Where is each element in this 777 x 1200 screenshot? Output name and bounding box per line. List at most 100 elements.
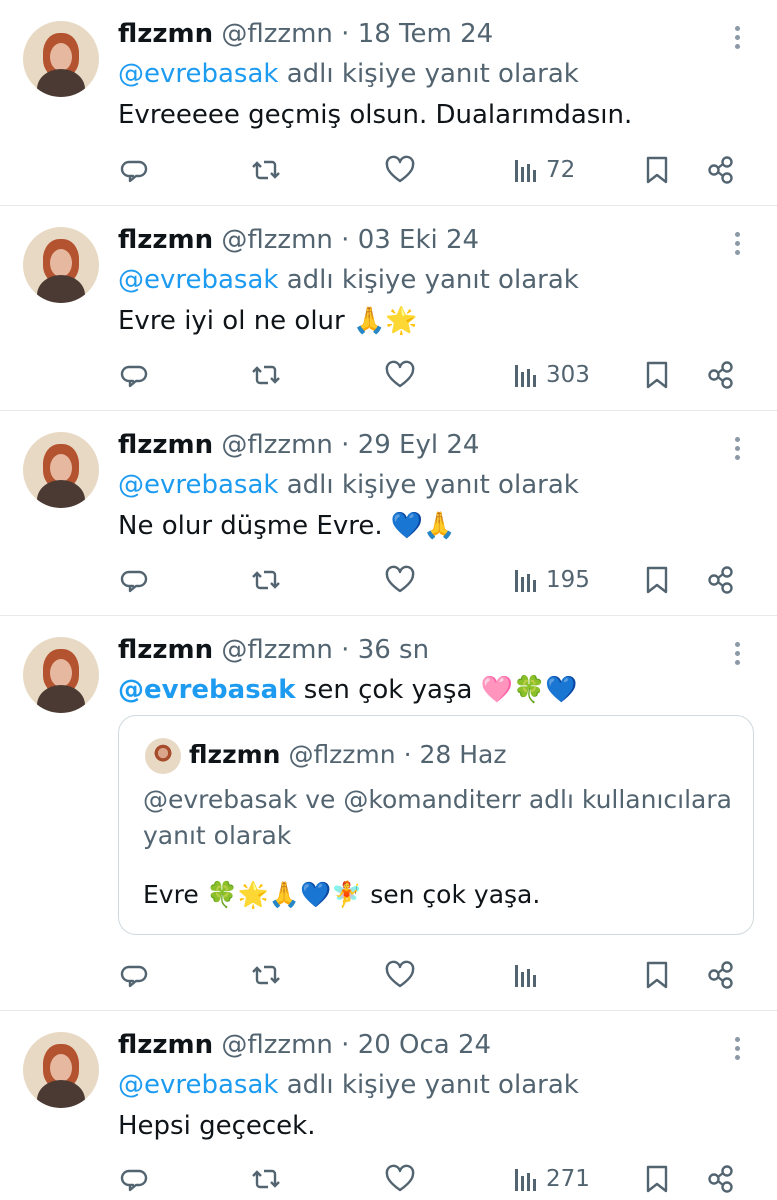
- reply-context: @evrebasak adlı kişiye yanıt olarak: [118, 468, 579, 502]
- views-button[interactable]: [510, 955, 546, 995]
- display-name[interactable]: flzzmn: [118, 635, 213, 665]
- bookmark-button[interactable]: [641, 955, 673, 995]
- retweet-button[interactable]: [250, 355, 282, 395]
- views-count: 72: [546, 157, 576, 183]
- like-button[interactable]: [384, 955, 416, 995]
- like-button[interactable]: [384, 560, 416, 600]
- tweet-text: Evre iyi ol ne olur 🙏🌟: [118, 306, 418, 336]
- tweet[interactable]: flzzmn @flzzmn · 36 sn @evrebasak sen ço…: [0, 616, 777, 1011]
- tweet[interactable]: flzzmn @flzzmn · 20 Oca 24 @evrebasak ad…: [0, 1011, 777, 1200]
- views-button[interactable]: 72: [510, 150, 575, 190]
- quoted-avatar: [145, 738, 181, 774]
- bookmark-icon: [646, 361, 668, 389]
- retweet-button[interactable]: [250, 150, 282, 190]
- retweet-button[interactable]: [250, 955, 282, 995]
- bookmark-icon: [646, 156, 668, 184]
- reply-button[interactable]: [120, 1159, 152, 1199]
- separator-dot: ·: [341, 635, 350, 665]
- user-handle[interactable]: @flzzmn: [221, 430, 332, 460]
- avatar[interactable]: [23, 1032, 99, 1108]
- retweet-button[interactable]: [250, 1159, 282, 1199]
- display-name[interactable]: flzzmn: [118, 19, 213, 49]
- like-button[interactable]: [384, 1159, 416, 1199]
- more-options-icon[interactable]: [725, 1035, 749, 1063]
- user-handle[interactable]: @flzzmn: [221, 1030, 332, 1060]
- quoted-tweet[interactable]: flzzmn @flzzmn · 28 Haz @evrebasak ve @k…: [118, 715, 754, 935]
- views-count: 303: [546, 362, 590, 388]
- reply-context-text: adlı kişiye yanıt olarak: [278, 265, 579, 295]
- views-count: 195: [546, 567, 590, 593]
- mention-link[interactable]: @evrebasak: [118, 675, 296, 705]
- avatar[interactable]: [23, 21, 99, 97]
- timestamp[interactable]: 20 Oca 24: [358, 1030, 491, 1060]
- tweet-text: @evrebasak sen çok yaşa 🩷🍀💙: [118, 673, 578, 707]
- share-button[interactable]: [705, 150, 737, 190]
- mention-link[interactable]: @evrebasak: [118, 265, 278, 295]
- avatar[interactable]: [23, 227, 99, 303]
- mention-link[interactable]: @evrebasak: [118, 1070, 278, 1100]
- views-button[interactable]: 271: [510, 1159, 590, 1199]
- more-options-icon[interactable]: [725, 640, 749, 668]
- bookmark-icon: [646, 566, 668, 594]
- reply-button[interactable]: [120, 955, 152, 995]
- separator-dot: ·: [341, 1030, 350, 1060]
- views-button[interactable]: 195: [510, 560, 590, 600]
- tweet-text-body: sen çok yaşa 🩷🍀💙: [295, 675, 578, 705]
- quoted-timestamp: 28 Haz: [419, 740, 507, 769]
- tweet-text: Evreeeee geçmiş olsun. Dualarımdasın.: [118, 100, 633, 130]
- tweet-text: Hepsi geçecek.: [118, 1111, 316, 1141]
- more-options-icon[interactable]: [725, 24, 749, 52]
- tweet[interactable]: flzzmn @flzzmn · 18 Tem 24 @evrebasak ad…: [0, 0, 777, 206]
- share-button[interactable]: [705, 1159, 737, 1199]
- reply-button[interactable]: [120, 150, 152, 190]
- user-handle[interactable]: @flzzmn: [221, 225, 332, 255]
- more-options-icon[interactable]: [725, 435, 749, 463]
- reply-icon: [120, 1169, 148, 1192]
- quoted-text: Evre 🍀🌟🙏💙🧚 sen çok yaşa.: [143, 880, 541, 909]
- like-button[interactable]: [384, 150, 416, 190]
- display-name[interactable]: flzzmn: [118, 1030, 213, 1060]
- separator-dot: ·: [341, 430, 350, 460]
- retweet-icon: [251, 160, 281, 180]
- reply-context: @evrebasak adlı kişiye yanıt olarak: [118, 263, 579, 297]
- avatar[interactable]: [23, 432, 99, 508]
- reply-context-text: adlı kişiye yanıt olarak: [278, 1070, 579, 1100]
- timestamp[interactable]: 03 Eki 24: [358, 225, 479, 255]
- share-button[interactable]: [705, 355, 737, 395]
- display-name[interactable]: flzzmn: [118, 430, 213, 460]
- bookmark-button[interactable]: [641, 1159, 673, 1199]
- avatar[interactable]: [23, 637, 99, 713]
- bookmark-button[interactable]: [641, 150, 673, 190]
- timestamp[interactable]: 29 Eyl 24: [358, 430, 480, 460]
- more-options-icon[interactable]: [725, 230, 749, 258]
- tweet[interactable]: flzzmn @flzzmn · 03 Eki 24 @evrebasak ad…: [0, 206, 777, 411]
- share-icon: [708, 566, 733, 594]
- reply-button[interactable]: [120, 355, 152, 395]
- mention-link[interactable]: @evrebasak: [118, 59, 278, 89]
- retweet-button[interactable]: [250, 560, 282, 600]
- share-icon: [708, 961, 733, 989]
- retweet-icon: [251, 965, 281, 985]
- timestamp[interactable]: 18 Tem 24: [358, 19, 493, 49]
- tweet[interactable]: flzzmn @flzzmn · 29 Eyl 24 @evrebasak ad…: [0, 411, 777, 616]
- timestamp[interactable]: 36 sn: [358, 635, 429, 665]
- bookmark-icon: [646, 1165, 668, 1193]
- action-bar: 195: [0, 560, 777, 600]
- share-button[interactable]: [705, 955, 737, 995]
- user-handle[interactable]: @flzzmn: [221, 19, 332, 49]
- tweet-header: flzzmn @flzzmn · 36 sn: [118, 633, 429, 667]
- mention-link[interactable]: @evrebasak: [118, 470, 278, 500]
- quoted-display-name: flzzmn: [189, 740, 281, 769]
- views-button[interactable]: 303: [510, 355, 590, 395]
- bookmark-button[interactable]: [641, 355, 673, 395]
- user-handle[interactable]: @flzzmn: [221, 635, 332, 665]
- views-count: 271: [546, 1166, 590, 1192]
- like-button[interactable]: [384, 355, 416, 395]
- reply-button[interactable]: [120, 560, 152, 600]
- bookmark-icon: [646, 961, 668, 989]
- display-name[interactable]: flzzmn: [118, 225, 213, 255]
- share-button[interactable]: [705, 560, 737, 600]
- bookmark-button[interactable]: [641, 560, 673, 600]
- views-icon: [515, 160, 536, 182]
- views-icon: [515, 365, 536, 387]
